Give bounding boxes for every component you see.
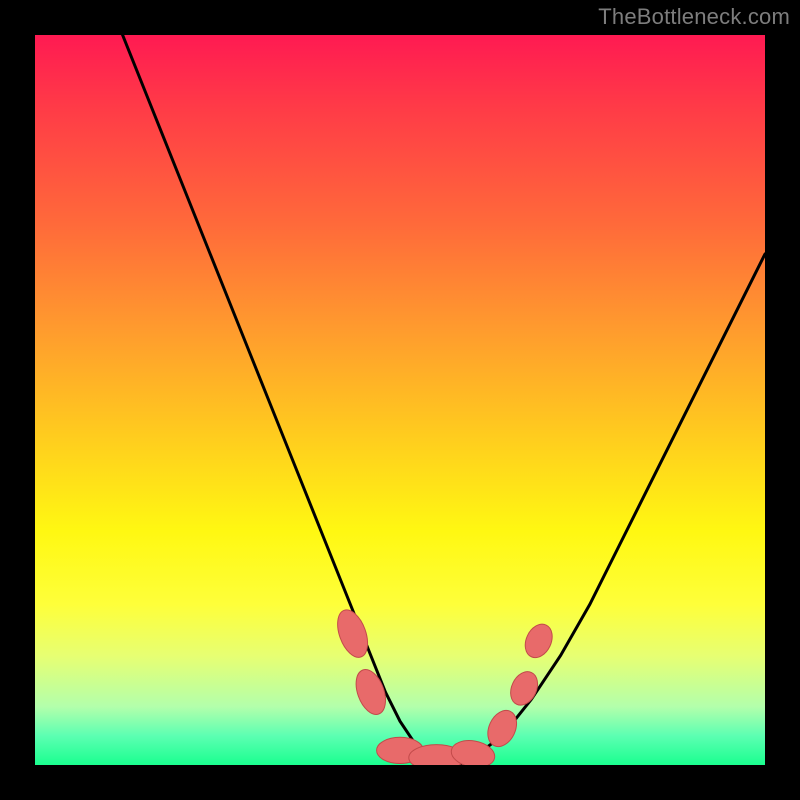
chart-frame: TheBottleneck.com [0, 0, 800, 800]
chart-svg [35, 35, 765, 765]
curve-path [35, 35, 765, 765]
plot-area [35, 35, 765, 765]
bottleneck-curve [35, 35, 765, 765]
data-markers [332, 606, 558, 765]
data-marker [505, 667, 542, 709]
data-marker [332, 606, 374, 662]
data-marker [520, 620, 557, 662]
watermark-text: TheBottleneck.com [598, 4, 790, 30]
